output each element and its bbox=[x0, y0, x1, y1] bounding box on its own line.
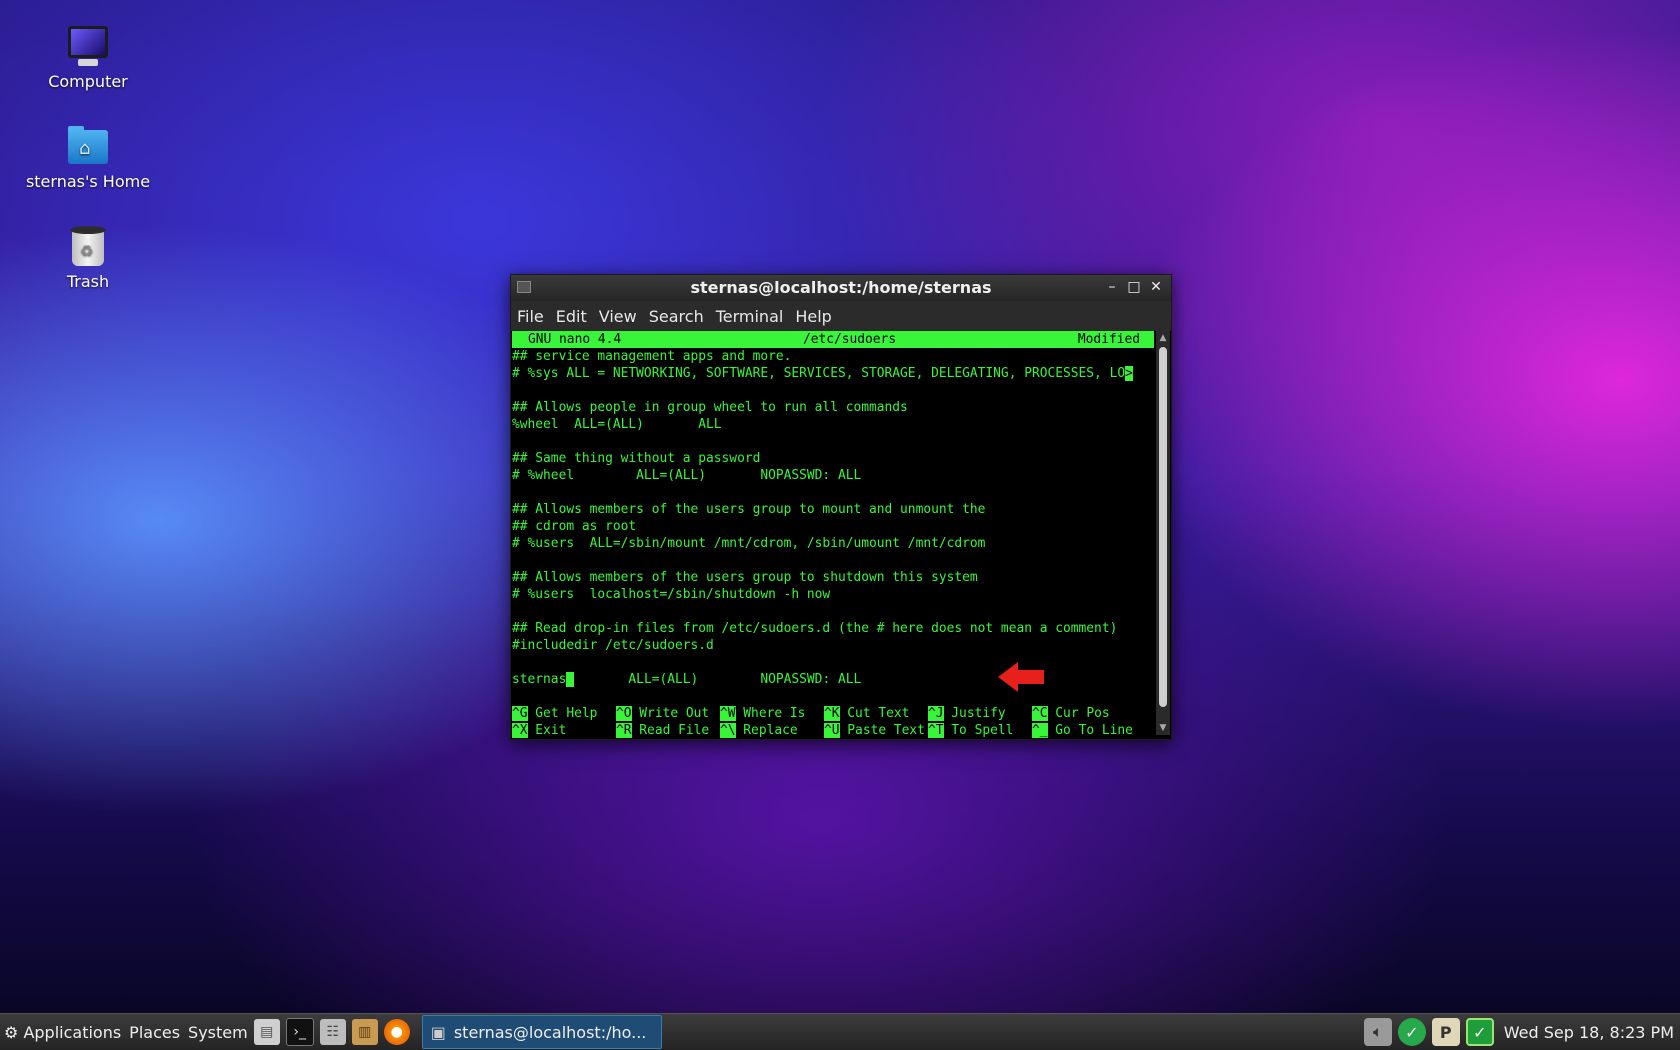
text-cursor bbox=[566, 672, 575, 687]
menu-view[interactable]: View bbox=[599, 307, 637, 326]
empty-line bbox=[512, 688, 1154, 705]
scroll-up-icon[interactable]: ▲ bbox=[1158, 333, 1168, 343]
file-line: ## cdrom as root bbox=[512, 519, 637, 534]
overflow-marker: > bbox=[1125, 366, 1133, 381]
system-menu[interactable]: System bbox=[188, 1023, 248, 1042]
menu-search[interactable]: Search bbox=[649, 307, 704, 326]
desktop-icon-label: Computer bbox=[48, 72, 128, 91]
desktop-icon-home[interactable]: ⌂ sternas's Home bbox=[13, 124, 163, 191]
terminal-task-icon: ▣ bbox=[430, 1022, 446, 1042]
file-line: # %sys ALL = NETWORKING, SOFTWARE, SERVI… bbox=[512, 366, 1133, 381]
scroll-down-icon[interactable]: ▼ bbox=[1158, 723, 1168, 733]
shortcut-replace[interactable]: ^\ Replace bbox=[720, 722, 824, 739]
archive-launcher-icon[interactable]: ▥ bbox=[351, 1019, 378, 1045]
shortcut-write-out[interactable]: ^O Write Out bbox=[616, 705, 720, 722]
nano-status: Modified bbox=[1077, 332, 1140, 347]
computer-icon bbox=[66, 24, 110, 68]
trash-icon: ♻ bbox=[66, 224, 110, 268]
scrollbar-thumb[interactable] bbox=[1159, 347, 1167, 707]
file-line: #includedir /etc/sudoers.d bbox=[512, 638, 714, 653]
nano-header: GNU nano 4.4 /etc/sudoers Modified bbox=[512, 331, 1154, 348]
nano-filename: /etc/sudoers bbox=[802, 332, 897, 347]
file-line bbox=[512, 382, 1154, 399]
taskbar-terminal-task[interactable]: ▣ sternas@localhost:/ho... bbox=[421, 1015, 662, 1049]
file-line: ## Read drop-in files from /etc/sudoers.… bbox=[512, 621, 1118, 636]
shortcut-go-to-line[interactable]: ^_ Go To Line bbox=[1032, 722, 1136, 739]
red-arrow-annotation bbox=[998, 662, 1044, 692]
menu-help[interactable]: Help bbox=[795, 307, 831, 326]
gnome-foot-icon: ⚙ bbox=[4, 1022, 24, 1042]
window-titlebar[interactable]: sternas@localhost:/home/sternas – □ ✕ bbox=[511, 275, 1171, 301]
menu-terminal[interactable]: Terminal bbox=[716, 307, 784, 326]
file-line: # %users ALL=/sbin/mount /mnt/cdrom, /sb… bbox=[512, 536, 986, 551]
shortcut-read-file[interactable]: ^R Read File bbox=[616, 722, 720, 739]
minimize-button[interactable]: – bbox=[1103, 277, 1121, 297]
file-line: # %wheel ALL=(ALL) NOPASSWD: ALL bbox=[512, 468, 862, 483]
window-title: sternas@localhost:/home/sternas bbox=[690, 278, 992, 297]
edit-line: sternas ALL=(ALL) NOPASSWD: ALL bbox=[512, 672, 862, 687]
file-line bbox=[512, 603, 1154, 620]
shortcut-row-2: ^X Exit ^R Read File ^\ Replace ^U Paste… bbox=[512, 722, 1154, 739]
window-menubar: File Edit View Search Terminal Help bbox=[511, 301, 1171, 331]
file-line bbox=[512, 433, 1154, 450]
shortcut-justify[interactable]: ^J Justify bbox=[928, 705, 1032, 722]
task-label: sternas@localhost:/ho... bbox=[453, 1022, 647, 1042]
desktop-icon-label: Trash bbox=[66, 272, 110, 291]
terminal-content[interactable]: GNU nano 4.4 /etc/sudoers Modified ## se… bbox=[512, 331, 1154, 738]
file-line: ## Allows members of the users group to … bbox=[512, 502, 986, 517]
desktop-icon-trash[interactable]: ♻ Trash bbox=[13, 224, 163, 291]
terminal-scrollbar[interactable]: ▲ ▼ bbox=[1156, 331, 1170, 735]
nano-version: GNU nano 4.4 bbox=[528, 332, 622, 347]
places-menu[interactable]: Places bbox=[129, 1023, 180, 1042]
shortcut-where-is[interactable]: ^W Where Is bbox=[720, 705, 824, 722]
file-line: # %users localhost=/sbin/shutdown -h now bbox=[512, 587, 831, 602]
file-line bbox=[512, 484, 1154, 501]
file-line: %wheel ALL=(ALL) ALL bbox=[512, 417, 722, 432]
shortcut-cur-pos[interactable]: ^C Cur Pos bbox=[1032, 705, 1136, 722]
volume-icon[interactable]: 🔈︎ bbox=[1363, 1018, 1392, 1046]
terminal-window[interactable]: sternas@localhost:/home/sternas – □ ✕ Fi… bbox=[510, 274, 1172, 740]
desktop-icon-label: sternas's Home bbox=[25, 172, 151, 191]
shortcut-paste-text[interactable]: ^U Paste Text bbox=[824, 722, 928, 739]
terminal-launcher-icon[interactable]: ›_ bbox=[285, 1018, 314, 1046]
clock[interactable]: Wed Sep 18, 8:23 PM bbox=[1504, 1023, 1674, 1042]
shortcut-row-1: ^G Get Help ^O Write Out ^W Where Is ^K … bbox=[512, 705, 1154, 722]
update-check-icon[interactable]: ✓ bbox=[1397, 1018, 1426, 1046]
menu-edit[interactable]: Edit bbox=[556, 307, 587, 326]
file-line: ## Allows people in group wheel to run a… bbox=[512, 400, 908, 415]
maximize-button[interactable]: □ bbox=[1125, 277, 1143, 297]
file-line: ## Allows members of the users group to … bbox=[512, 570, 978, 585]
system-tray: 🔈︎ ✓ P ✓ Wed Sep 18, 8:23 PM bbox=[1358, 1014, 1674, 1050]
desktop-icon-computer[interactable]: Computer bbox=[13, 24, 163, 91]
home-folder-icon: ⌂ bbox=[66, 124, 110, 168]
shortcut-cut-text[interactable]: ^K Cut Text bbox=[824, 705, 928, 722]
file-manager-launcher-icon[interactable]: ▤ bbox=[253, 1019, 280, 1045]
file-line bbox=[512, 654, 1154, 671]
file-line: ## Same thing without a password bbox=[512, 451, 761, 466]
firefox-launcher-icon[interactable]: ● bbox=[383, 1019, 410, 1045]
clipboard-icon[interactable]: P bbox=[1431, 1018, 1460, 1046]
taskbar: ⚙ Applications Places System ▤ ›_ ☷ ▥ ● … bbox=[0, 1013, 1680, 1050]
shortcut-get-help[interactable]: ^G Get Help bbox=[512, 705, 616, 722]
settings-launcher-icon[interactable]: ☷ bbox=[319, 1019, 346, 1045]
status-check-icon[interactable]: ✓ bbox=[1465, 1018, 1494, 1046]
applications-menu[interactable]: ⚙ Applications bbox=[4, 1023, 121, 1042]
close-button[interactable]: ✕ bbox=[1147, 277, 1165, 297]
file-line bbox=[512, 552, 1154, 569]
menu-file[interactable]: File bbox=[517, 307, 544, 326]
file-line: ## service management apps and more. bbox=[512, 349, 792, 364]
shortcut-exit[interactable]: ^X Exit bbox=[512, 722, 616, 739]
shortcut-to-spell[interactable]: ^T To Spell bbox=[928, 722, 1032, 739]
